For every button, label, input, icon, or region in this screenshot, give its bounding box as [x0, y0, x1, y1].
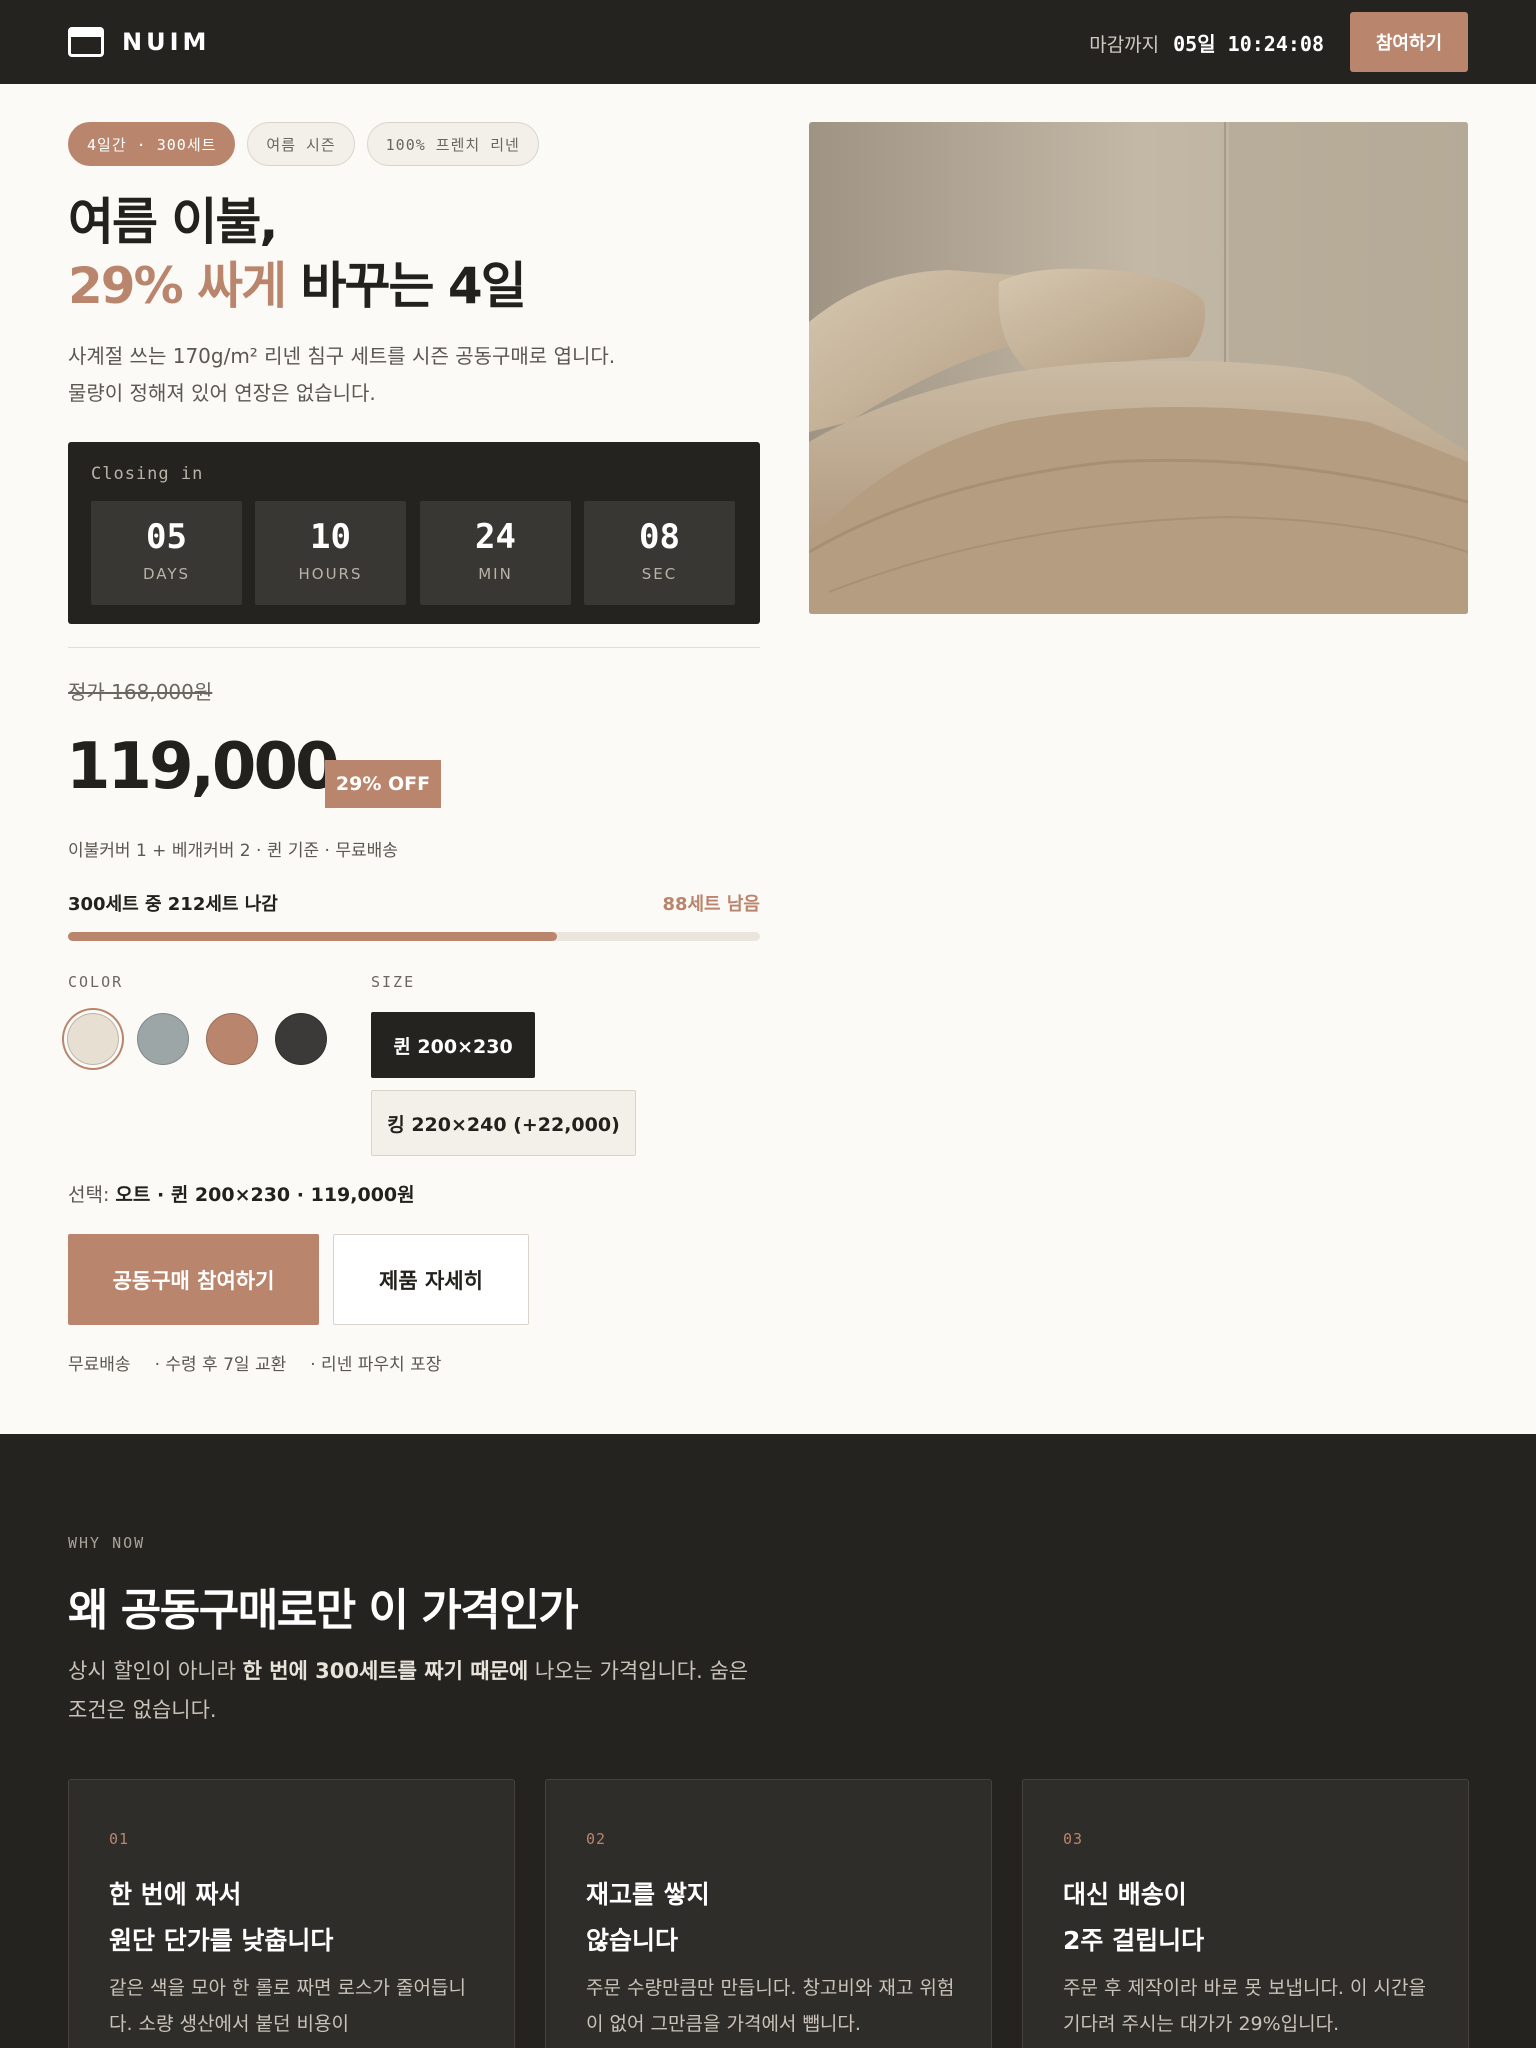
- headline-rest: 바꾸는 4일: [285, 257, 527, 315]
- subcopy-line1: 사계절 쓰는 170g/m² 리넨 침구 세트를 시즌 공동구매로 엽니다.: [68, 344, 616, 368]
- price-value: 119,000: [66, 730, 339, 804]
- tag-chips: 4일간 · 300세트 여름 시즌 100% 프렌치 리넨: [68, 122, 539, 166]
- selection-prefix: 선택:: [68, 1184, 116, 1206]
- hero-headline: 여름 이불, 29% 싸게 바꾸는 4일: [68, 190, 527, 318]
- card-title-line2: 원단 단가를 낮춥니다: [109, 1926, 334, 1955]
- countdown-min-unit: MIN: [478, 565, 513, 583]
- card-body: 주문 후 제작이라 바로 못 보냅니다. 이 시간을 기다려 주시는 대가가 2…: [1063, 1977, 1426, 2035]
- logo-icon: [68, 27, 104, 57]
- countdown-days-unit: DAYS: [142, 565, 191, 583]
- why-sub-pre: 상시 할인이 아니라: [68, 1659, 243, 1683]
- color-swatch-gray[interactable]: [137, 1013, 189, 1065]
- progress-label: 300세트 중 212세트 나감: [68, 894, 278, 915]
- reason-card-2: 02 재고를 쌓지 않습니다 주문 수량만큼만 만듭니다. 창고비와 재고 위험…: [545, 1779, 992, 2048]
- card-title-line1: 대신 배송이: [1063, 1880, 1187, 1909]
- chip-material: 100% 프렌치 리넨: [366, 122, 539, 166]
- countdown-sec-value: 08: [639, 517, 680, 557]
- package-includes: 이불커버 1 + 베개커버 2 · 퀸 기준 · 무료배송: [68, 841, 398, 861]
- progress-bar: [68, 932, 760, 941]
- product-photo-bed: [809, 122, 1468, 614]
- perk-packaging: · 리넨 파우치 포장: [310, 1355, 442, 1375]
- card-title-line1: 재고를 쌓지: [586, 1880, 710, 1909]
- bed-illustration: [809, 122, 1468, 614]
- why-section: WHY NOW 왜 공동구매로만 이 가격인가 상시 할인이 아니라 한 번에 …: [0, 1434, 1536, 2048]
- card-number: 02: [586, 1830, 607, 1848]
- deadline-value: 05일 10:24:08: [1173, 32, 1324, 56]
- countdown-days-value: 05: [146, 517, 187, 557]
- card-title-line1: 한 번에 짜서: [109, 1880, 242, 1909]
- reason-card-3: 03 대신 배송이 2주 걸립니다 주문 후 제작이라 바로 못 보냅니다. 이…: [1022, 1779, 1469, 2048]
- countdown-min-value: 24: [475, 517, 516, 557]
- chip-season: 여름 시즌: [247, 122, 355, 166]
- countdown-sec-unit: SEC: [641, 565, 678, 583]
- remaining-label: 88세트 남음: [662, 894, 760, 915]
- countdown-days: 05 DAYS: [91, 501, 242, 605]
- color-title: COLOR: [68, 973, 124, 991]
- color-swatch-terracotta[interactable]: [206, 1013, 258, 1065]
- card-title: 한 번에 짜서 원단 단가를 낮춥니다: [109, 1872, 333, 1964]
- countdown-panel: Closing in 05 DAYS 10 HOURS 24 MIN 08 SE…: [68, 442, 760, 624]
- card-title-line2: 2주 걸립니다: [1063, 1926, 1205, 1955]
- card-number: 03: [1063, 1830, 1084, 1848]
- perk-shipping: 무료배송: [68, 1355, 131, 1375]
- reason-card-1: 01 한 번에 짜서 원단 단가를 낮춥니다 같은 색을 모아 한 롤로 짜면 …: [68, 1779, 515, 2048]
- color-swatch-oat[interactable]: [67, 1013, 119, 1065]
- countdown-hours-unit: HOURS: [298, 565, 363, 583]
- size-title: SIZE: [371, 973, 416, 991]
- original-price: 정가 168,000원: [68, 680, 213, 704]
- selection-value: 오트 · 퀸 200×230 · 119,000원: [115, 1184, 415, 1206]
- why-subcopy: 상시 할인이 아니라 한 번에 300세트를 짜기 때문에 나오는 가격입니다.…: [68, 1652, 768, 1730]
- card-title-line2: 않습니다: [586, 1926, 679, 1955]
- sale-price: 119,000 원: [66, 730, 366, 804]
- countdown-sec: 08 SEC: [584, 501, 735, 605]
- join-groupbuy-button[interactable]: 공동구매 참여하기: [68, 1234, 319, 1325]
- headline-highlight: 29% 싸게: [68, 257, 287, 315]
- countdown-label: Closing in: [91, 464, 204, 484]
- hero-subcopy: 사계절 쓰는 170g/m² 리넨 침구 세트를 시즌 공동구매로 엽니다. 물…: [68, 338, 708, 412]
- selection-summary: 선택: 오트 · 퀸 200×230 · 119,000원: [68, 1180, 415, 1207]
- top-nav: NUIM 마감까지 05일 10:24:08 참여하기: [0, 0, 1536, 84]
- size-option-king[interactable]: 킹 220×240 (+22,000): [371, 1090, 636, 1156]
- divider: [68, 647, 760, 648]
- countdown-hours: 10 HOURS: [255, 501, 406, 605]
- why-sub-bold: 한 번에 300세트를 짜기 때문에: [242, 1659, 529, 1683]
- perk-exchange: · 수령 후 7일 교환: [154, 1355, 287, 1375]
- chip-duration: 4일간 · 300세트: [68, 122, 236, 166]
- size-option-queen[interactable]: 퀸 200×230: [371, 1012, 535, 1078]
- join-button-top[interactable]: 참여하기: [1350, 12, 1468, 72]
- color-swatch-charcoal[interactable]: [275, 1013, 327, 1065]
- deadline-timer: 마감까지 05일 10:24:08: [1089, 28, 1324, 57]
- subcopy-line2: 물량이 정해져 있어 연장은 없습니다.: [68, 381, 376, 405]
- progress-fill: [68, 932, 557, 941]
- countdown-min: 24 MIN: [420, 501, 571, 605]
- brand-name: NUIM: [122, 28, 211, 56]
- headline-line1: 여름 이불,: [68, 193, 278, 251]
- card-title: 대신 배송이 2주 걸립니다: [1063, 1872, 1204, 1964]
- discount-badge: 29% OFF: [325, 760, 441, 808]
- perks-list: 무료배송 · 수령 후 7일 교환 · 리넨 파우치 포장: [68, 1350, 441, 1375]
- card-number: 01: [109, 1830, 130, 1848]
- why-eyebrow: WHY NOW: [68, 1534, 146, 1552]
- card-body: 같은 색을 모아 한 롤로 짜면 로스가 줄어듭니다. 소량 생산에서 붙던 비…: [109, 1977, 466, 2035]
- product-details-button[interactable]: 제품 자세히: [333, 1234, 529, 1325]
- card-title: 재고를 쌓지 않습니다: [586, 1872, 710, 1964]
- why-title: 왜 공동구매로만 이 가격인가: [68, 1585, 579, 1636]
- deadline-label: 마감까지: [1089, 34, 1160, 56]
- brand-logo[interactable]: NUIM: [68, 26, 210, 58]
- countdown-hours-value: 10: [310, 517, 351, 557]
- card-body: 주문 수량만큼만 만듭니다. 창고비와 재고 위험이 없어 그만큼을 가격에서 …: [586, 1977, 955, 2035]
